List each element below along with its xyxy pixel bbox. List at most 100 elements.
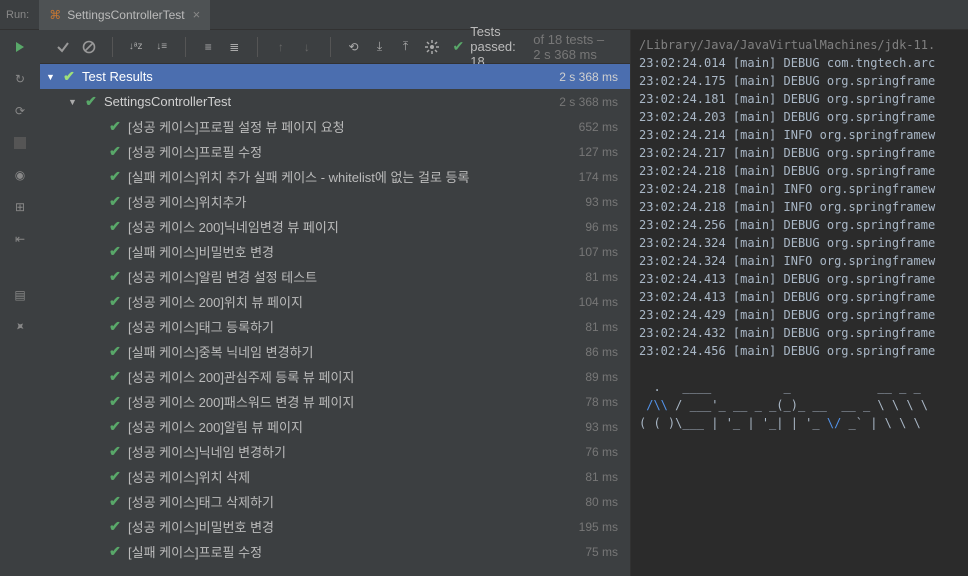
console-output[interactable]: /Library/Java/JavaVirtualMachines/jdk-11… xyxy=(630,30,968,576)
check-icon: ✔ xyxy=(108,293,122,310)
check-icon: ✔ xyxy=(108,193,122,210)
test-item-time: 80 ms xyxy=(585,495,618,509)
test-item[interactable]: ✔[성공 케이스]알림 변경 설정 테스트81 ms xyxy=(40,264,630,289)
test-item[interactable]: ✔[성공 케이스]위치 삭제81 ms xyxy=(40,464,630,489)
test-toolbar: ↓ᵃz ↓≡ ≡ ≣ ↑ ↓ ⟲ ⤓ ⤒ xyxy=(40,30,630,64)
test-item[interactable]: ✔[성공 케이스]닉네임 변경하기76 ms xyxy=(40,439,630,464)
stop-button[interactable] xyxy=(11,134,29,152)
chevron-down-icon: ▼ xyxy=(46,72,56,82)
run-config-icon: ⌘ xyxy=(49,8,61,22)
test-root-label: Test Results xyxy=(82,69,153,84)
test-item[interactable]: ✔[성공 케이스]프로필 설정 뷰 페이지 요청652 ms xyxy=(40,114,630,139)
status-bar: ✔ Tests passed: 18 of 18 tests – 2 s 368… xyxy=(453,24,625,69)
test-item[interactable]: ✔ [성공 케이스]태그 삭제하기 80 ms xyxy=(40,489,630,514)
test-suite-label: SettingsControllerTest xyxy=(104,94,231,109)
tab-name: SettingsControllerTest xyxy=(67,8,184,22)
chevron-down-icon: ▼ xyxy=(68,97,78,107)
test-item-label: [성공 케이스]비밀번호 변경 xyxy=(128,517,274,536)
check-icon: ✔ xyxy=(108,493,122,510)
test-item-label: [성공 케이스 200]패스워드 변경 뷰 페이지 xyxy=(128,392,354,411)
expand-all-button[interactable]: ≡ xyxy=(197,36,219,58)
check-icon: ✔ xyxy=(108,393,122,410)
test-item[interactable]: ✔ [성공 케이스 200]패스워드 변경 뷰 페이지 78 ms xyxy=(40,389,630,414)
test-item-time: 195 ms xyxy=(579,520,618,534)
test-item-time: 104 ms xyxy=(579,295,618,309)
test-suite[interactable]: ▼✔SettingsControllerTest2 s 368 ms xyxy=(40,89,630,114)
test-item[interactable]: ✔ [실패 케이스]위치 추가 실패 케이스 - whitelist에 없는 걸로… xyxy=(40,164,630,189)
show-passed-button[interactable] xyxy=(52,36,74,58)
history-button[interactable]: ⟲ xyxy=(343,36,365,58)
test-item-time: 81 ms xyxy=(585,320,618,334)
test-item-time: 93 ms xyxy=(585,195,618,209)
test-item-label: [성공 케이스]위치추가 xyxy=(128,192,246,211)
test-item[interactable]: ✔[성공 케이스]프로필 수정127 ms xyxy=(40,139,630,164)
test-item-label: [성공 케이스 200]관심주제 등록 뷰 페이지 xyxy=(128,367,354,386)
next-test-button[interactable]: ↓ xyxy=(296,36,318,58)
close-icon[interactable]: × xyxy=(193,7,201,22)
test-item-label: [성공 케이스]프로필 설정 뷰 페이지 요청 xyxy=(128,117,345,136)
test-item[interactable]: ✔ [성공 케이스]태그 등록하기 81 ms xyxy=(40,314,630,339)
test-item[interactable]: ✔ [실패 케이스]중복 닉네임 변경하기 86 ms xyxy=(40,339,630,364)
exit-icon[interactable]: ⇤ xyxy=(11,230,29,248)
left-gutter: ↻ ⟳ ◉ ⊞ ⇤ ▤ xyxy=(0,30,40,576)
test-item[interactable]: ✔ [성공 케이스 200]관심주제 등록 뷰 페이지 89 ms xyxy=(40,364,630,389)
check-icon: ✔ xyxy=(108,218,122,235)
test-item-label: [성공 케이스]닉네임 변경하기 xyxy=(128,442,286,461)
collapse-all-button[interactable]: ≣ xyxy=(223,36,245,58)
test-item[interactable]: ✔[성공 케이스 200]알림 뷰 페이지93 ms xyxy=(40,414,630,439)
sort-duration-button[interactable]: ↓≡ xyxy=(151,36,173,58)
check-icon: ✔ xyxy=(108,143,122,160)
check-icon: ✔ xyxy=(108,518,122,535)
test-item-time: 96 ms xyxy=(585,220,618,234)
check-icon: ✔ xyxy=(108,243,122,260)
test-root-time: 2 s 368 ms xyxy=(559,70,618,84)
test-item-label: [성공 케이스 200]위치 뷰 페이지 xyxy=(128,292,303,311)
pin-icon[interactable] xyxy=(11,318,29,336)
test-item-label: [성공 케이스]위치 삭제 xyxy=(128,467,250,486)
camera-icon[interactable]: ◉ xyxy=(11,166,29,184)
test-item-label: [실패 케이스]위치 추가 실패 케이스 - whitelist에 없는 걸로 … xyxy=(128,167,469,186)
prev-test-button[interactable]: ↑ xyxy=(270,36,292,58)
rerun-failed-button[interactable]: ↻ xyxy=(11,70,29,88)
rerun-button[interactable] xyxy=(11,38,29,56)
layout-icon[interactable]: ▤ xyxy=(11,286,29,304)
run-label: Run: xyxy=(6,9,29,21)
tests-passed-label: Tests passed: 18 xyxy=(470,24,527,69)
test-item[interactable]: ✔ [성공 케이스 200]닉네임변경 뷰 페이지 96 ms xyxy=(40,214,630,239)
test-item-time: 89 ms xyxy=(585,370,618,384)
test-item[interactable]: ✔ [성공 케이스 200]위치 뷰 페이지 104 ms xyxy=(40,289,630,314)
show-ignored-button[interactable] xyxy=(78,36,100,58)
tests-total-label: of 18 tests – 2 s 368 ms xyxy=(533,32,614,62)
settings-button[interactable] xyxy=(421,36,443,58)
test-item-time: 174 ms xyxy=(579,170,618,184)
check-icon: ✔ xyxy=(108,168,122,185)
bug-icon[interactable]: ⊞ xyxy=(11,198,29,216)
test-item-label: [실패 케이스]중복 닉네임 변경하기 xyxy=(128,342,314,361)
test-item-time: 652 ms xyxy=(579,120,618,134)
tab-settings-controller-test[interactable]: ⌘ SettingsControllerTest × xyxy=(39,0,210,30)
test-item[interactable]: ✔ [성공 케이스]비밀번호 변경 195 ms xyxy=(40,514,630,539)
toggle-auto-button[interactable]: ⟳ xyxy=(11,102,29,120)
test-item-time: 86 ms xyxy=(585,345,618,359)
test-item-label: [성공 케이스]알림 변경 설정 테스트 xyxy=(128,267,317,286)
test-item-label: [성공 케이스]태그 삭제하기 xyxy=(128,492,274,511)
export-button[interactable]: ⤒ xyxy=(395,36,417,58)
test-tree[interactable]: ▼✔Test Results2 s 368 ms▼✔SettingsContro… xyxy=(40,64,630,576)
test-item[interactable]: ✔[실패 케이스]비밀번호 변경107 ms xyxy=(40,239,630,264)
test-item-label: [성공 케이스 200]알림 뷰 페이지 xyxy=(128,417,303,436)
test-item[interactable]: ✔[실패 케이스]프로필 수정75 ms xyxy=(40,539,630,564)
import-button[interactable]: ⤓ xyxy=(369,36,391,58)
sort-alpha-button[interactable]: ↓ᵃz xyxy=(125,36,147,58)
check-icon: ✔ xyxy=(62,68,76,85)
check-icon: ✔ xyxy=(108,443,122,460)
check-icon: ✔ xyxy=(108,343,122,360)
test-item-time: 78 ms xyxy=(585,395,618,409)
check-icon: ✔ xyxy=(108,318,122,335)
test-item-label: [성공 케이스 200]닉네임변경 뷰 페이지 xyxy=(128,217,339,236)
test-root[interactable]: ▼ ✔ Test Results 2 s 368 ms xyxy=(40,64,630,89)
check-icon: ✔ xyxy=(108,368,122,385)
test-item-label: [성공 케이스]태그 등록하기 xyxy=(128,317,274,336)
test-item-time: 93 ms xyxy=(585,420,618,434)
test-item[interactable]: ✔ [성공 케이스]위치추가 93 ms xyxy=(40,189,630,214)
check-icon: ✔ xyxy=(453,38,465,55)
